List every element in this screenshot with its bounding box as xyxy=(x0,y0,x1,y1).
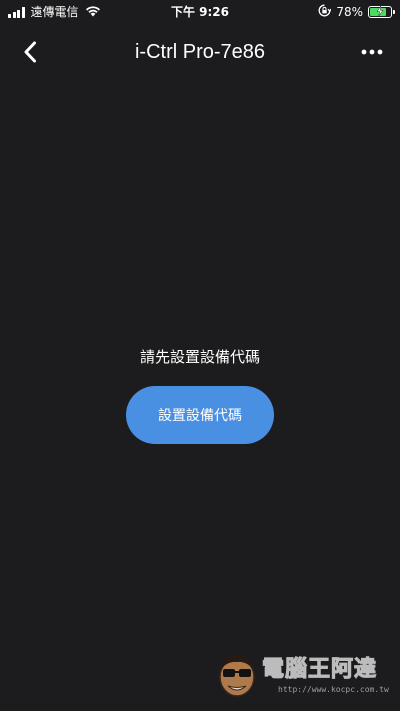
more-horizontal-icon xyxy=(361,49,383,55)
status-right: 78% xyxy=(318,4,395,20)
watermark-url: http://www.kocpc.com.tw xyxy=(278,685,389,694)
nav-bar: i-Ctrl Pro-7e86 xyxy=(0,24,400,80)
mascot-face-icon xyxy=(219,655,255,697)
watermark-logo: 電腦王阿達 http://www.kocpc.com.tw xyxy=(214,647,394,703)
rotation-lock-icon xyxy=(318,4,332,20)
back-button[interactable] xyxy=(14,36,46,68)
more-options-button[interactable] xyxy=(356,36,388,68)
watermark-text: 電腦王阿達 xyxy=(261,657,378,683)
page-title: i-Ctrl Pro-7e86 xyxy=(134,41,266,63)
chevron-left-icon xyxy=(24,41,36,63)
setup-prompt-text: 請先設置設備代碼 xyxy=(139,348,260,366)
charging-bolt-icon xyxy=(369,6,391,16)
battery-percent: 78% xyxy=(336,5,363,19)
status-bar: 遠傳電信 下午 9:26 78% xyxy=(0,0,400,24)
setup-device-code-button[interactable]: 設置設備代碼 xyxy=(126,386,274,444)
battery-icon xyxy=(368,6,395,18)
app-screen: 遠傳電信 下午 9:26 78% i-Ctrl Pro-7e86 請先設置設備代… xyxy=(0,0,400,711)
